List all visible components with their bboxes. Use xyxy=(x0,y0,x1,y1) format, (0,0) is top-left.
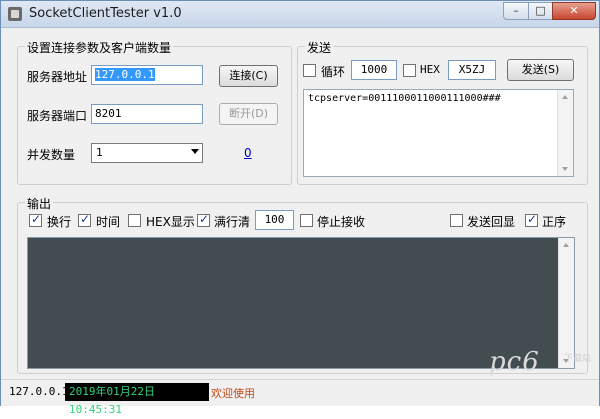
forward-order-label: 正序 xyxy=(542,215,567,229)
close-button[interactable]: ✕ xyxy=(552,2,596,20)
send-content-textarea[interactable]: tcpserver=0011100011000111000### xyxy=(303,89,574,177)
status-datetime: 2019年01月22日 10:45:31 xyxy=(65,383,209,416)
hex-display-checkbox[interactable] xyxy=(128,214,141,227)
disconnect-button[interactable]: 断开(D) xyxy=(219,103,278,125)
send-button[interactable]: 发送(S) xyxy=(507,59,574,81)
server-address-input[interactable]: 127.0.0.1 xyxy=(91,65,203,85)
full-line-clear-label: 满行清 xyxy=(214,215,251,229)
status-welcome-message: 欢迎使用 xyxy=(211,387,255,400)
code-input[interactable]: X5ZJ xyxy=(448,60,496,80)
send-content-text: tcpserver=0011100011000111000### xyxy=(308,93,501,104)
server-address-label: 服务器地址 xyxy=(27,70,88,84)
server-port-label: 服务器端口 xyxy=(27,109,88,123)
pc6-watermark-logo: pc6 下载站 xyxy=(489,347,593,379)
stop-receive-checkbox[interactable] xyxy=(300,214,313,227)
chevron-down-icon xyxy=(191,149,199,154)
connected-count-link[interactable]: 0 xyxy=(244,146,252,160)
full-line-clear-checkbox[interactable] xyxy=(197,212,210,227)
app-window: SocketClientTester v1.0 – □ ✕ 设置连接参数及客户端… xyxy=(0,0,600,416)
scroll-up-icon[interactable] xyxy=(563,243,569,247)
server-address-value: 127.0.0.1 xyxy=(95,68,155,81)
watermark-logo-text: pc6 xyxy=(489,347,540,377)
line-clear-count-input[interactable]: 100 xyxy=(255,210,294,230)
hex-send-label: HEX xyxy=(420,63,440,76)
stop-receive-label: 停止接收 xyxy=(317,215,366,229)
maximize-button[interactable]: □ xyxy=(528,2,553,20)
echo-send-checkbox[interactable] xyxy=(450,214,463,227)
connect-button[interactable]: 连接(C) xyxy=(219,65,278,87)
newline-label: 换行 xyxy=(47,215,72,229)
status-bar: 127.0.0.1 2019年01月22日 10:45:31 欢迎使用 xyxy=(1,379,599,416)
concurrency-value: 1 xyxy=(96,146,103,159)
concurrency-label: 并发数量 xyxy=(27,148,76,162)
time-checkbox[interactable] xyxy=(78,212,91,227)
status-ip: 127.0.0.1 xyxy=(9,385,69,398)
newline-checkbox[interactable] xyxy=(29,212,42,227)
loop-checkbox[interactable] xyxy=(303,64,316,77)
server-port-input[interactable]: 8201 xyxy=(91,104,203,124)
send-scrollbar[interactable] xyxy=(557,90,573,176)
title-bar[interactable]: SocketClientTester v1.0 – □ ✕ xyxy=(1,1,599,28)
send-group-title: 发送 xyxy=(305,39,334,56)
concurrency-select[interactable]: 1 xyxy=(91,143,203,163)
output-group-title: 输出 xyxy=(25,195,54,212)
scroll-down-icon[interactable] xyxy=(562,167,568,171)
scroll-up-icon[interactable] xyxy=(562,95,568,99)
hex-send-checkbox[interactable] xyxy=(403,64,416,77)
window-title: SocketClientTester v1.0 xyxy=(29,6,182,21)
forward-order-checkbox[interactable] xyxy=(525,212,538,227)
hex-display-label: HEX显示 xyxy=(146,215,195,229)
app-icon xyxy=(8,7,22,21)
connection-group-title: 设置连接参数及客户端数量 xyxy=(25,39,174,56)
watermark-sub-text: 下载站 xyxy=(563,354,591,364)
loop-interval-input[interactable]: 1000 xyxy=(351,60,397,80)
loop-label: 循环 xyxy=(321,65,346,79)
minimize-button[interactable]: – xyxy=(503,2,529,20)
time-label: 时间 xyxy=(96,215,121,229)
echo-send-label: 发送回显 xyxy=(467,215,516,229)
